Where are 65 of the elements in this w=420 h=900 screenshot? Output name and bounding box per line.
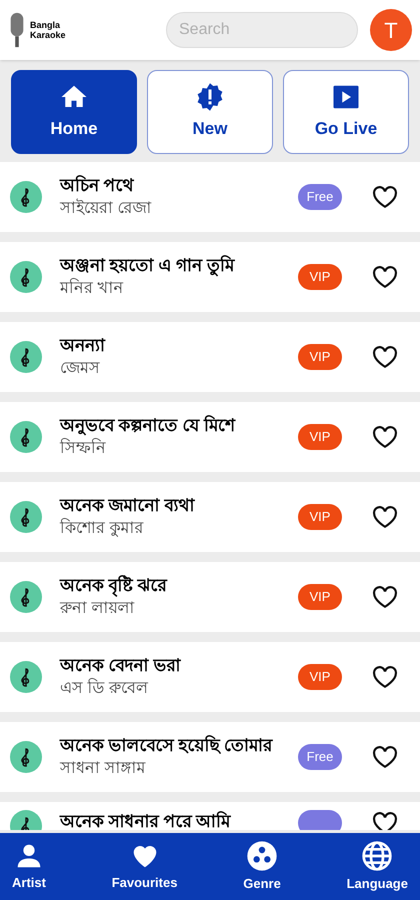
treble-clef-icon — [10, 741, 42, 773]
treble-clef-icon — [10, 341, 42, 373]
favourite-button[interactable] — [372, 424, 400, 450]
song-title: অচিন পথে — [60, 174, 135, 197]
song-row[interactable]: অনেক বেদনা ভরা এস ডি রুবেল VIP — [0, 642, 420, 712]
song-row[interactable]: অনেক সাধনার পরে আমি — [0, 802, 420, 830]
plan-badge: VIP — [298, 664, 342, 690]
treble-clef-icon — [10, 501, 42, 533]
plan-badge: VIP — [298, 344, 342, 370]
treble-clef-icon — [10, 581, 42, 613]
artist-name: মনির খান — [60, 278, 124, 299]
plan-badge: VIP — [298, 504, 342, 530]
song-title: অনেক জমানো ব্যথা — [60, 495, 196, 517]
nav-tab[interactable]: Favourites — [112, 840, 178, 892]
nav-tab[interactable]: Language — [346, 840, 408, 894]
plan-badge: Free — [298, 184, 342, 210]
profile-avatar[interactable]: T — [370, 9, 412, 51]
artist-name: সাধনা সাঙ্গাম — [60, 759, 147, 779]
artist-name: জেমস — [60, 359, 101, 379]
artist-name: রুনা লায়লা — [60, 599, 136, 619]
favourite-button[interactable] — [372, 744, 400, 770]
favourite-button[interactable] — [372, 264, 400, 290]
treble-clef-icon — [10, 261, 42, 293]
song-row[interactable]: অঞ্জনা হয়তো এ গান তুমি মনির খান VIP — [0, 242, 420, 312]
song-row[interactable]: অনেক ভালবেসে হয়েছি তোমার সাধনা সাঙ্গাম Free — [0, 722, 420, 792]
artist-name: এস ডি রুবেল — [60, 678, 150, 699]
treble-clef-icon — [10, 181, 42, 213]
favourite-button[interactable] — [372, 664, 400, 690]
song-row[interactable]: অনন্যা জেমস VIP — [0, 322, 420, 392]
song-title: অনুভবে কল্পনাতে যে মিশে — [60, 414, 237, 438]
song-row[interactable]: অনুভবে কল্পনাতে যে মিশে সিম্ফনি VIP — [0, 402, 420, 472]
song-title: অনেক বৃষ্টি ঝরে — [60, 574, 168, 598]
treble-clef-icon — [10, 421, 42, 453]
artist-name: কিশোর কুমার — [60, 518, 144, 539]
plan-badge — [298, 810, 342, 830]
favourite-button[interactable] — [372, 184, 400, 210]
favourite-button[interactable] — [372, 584, 400, 610]
favourite-button[interactable] — [372, 810, 400, 830]
plan-badge: VIP — [298, 424, 342, 450]
song-row[interactable]: অনেক জমানো ব্যথা কিশোর কুমার VIP — [0, 482, 420, 552]
nav-tab[interactable]: Genre — [243, 840, 281, 894]
genre-icon — [246, 840, 278, 872]
song-title: অনেক সাধনার পরে আমি — [60, 810, 232, 830]
artist-name: সাইয়েরা রেজা — [60, 198, 152, 219]
globe-icon — [361, 840, 394, 872]
treble-clef-icon — [10, 661, 42, 693]
nav-tab[interactable]: Artist — [12, 840, 46, 892]
artist-name: সিম্ফনি — [60, 438, 107, 459]
song-title: অনেক ভালবেসে হয়েছি তোমার — [60, 734, 274, 757]
favourite-button[interactable] — [372, 344, 400, 370]
plan-badge: VIP — [298, 264, 342, 290]
song-row[interactable]: অচিন পথে সাইয়েরা রেজা Free — [0, 162, 420, 232]
song-row[interactable]: অনেক বৃষ্টি ঝরে রুনা লায়লা VIP — [0, 562, 420, 632]
tab-button[interactable]: New — [147, 70, 273, 154]
plan-badge: VIP — [298, 584, 342, 610]
tab-button[interactable]: Home — [11, 70, 137, 154]
logo-text: Bangla Karaoke — [30, 20, 67, 40]
song-title: অনন্যা — [60, 335, 106, 357]
song-title: অনেক বেদনা ভরা — [60, 655, 182, 677]
tab-button[interactable]: Go Live — [283, 70, 409, 154]
search-field[interactable]: Search — [166, 12, 358, 48]
alert-badge-icon — [195, 82, 225, 112]
favourite-button[interactable] — [372, 504, 400, 530]
song-title: অঞ্জনা হয়তো এ গান তুমি — [60, 254, 236, 278]
plan-badge: Free — [298, 744, 342, 770]
